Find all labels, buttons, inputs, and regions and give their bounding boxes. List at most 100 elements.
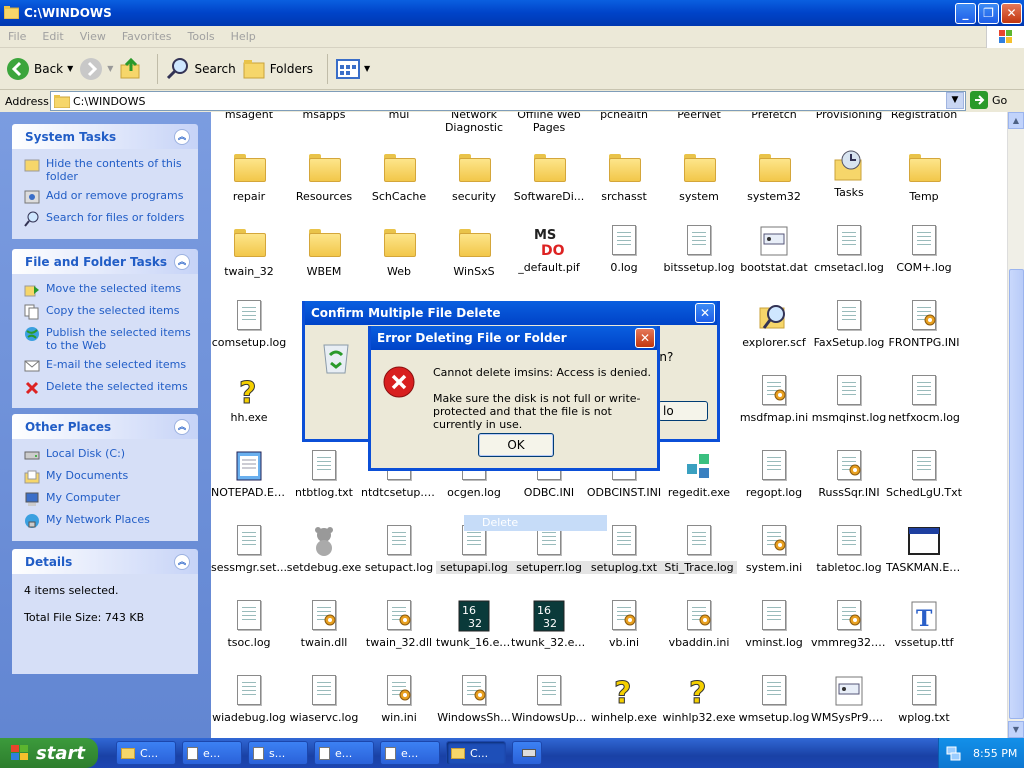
file-item[interactable]: vbaddin.ini <box>661 600 737 649</box>
collapse-icon[interactable]: ︽ <box>174 128 190 145</box>
file-item[interactable]: msagent <box>211 112 287 121</box>
chevron-down-icon[interactable]: ▼ <box>107 64 113 73</box>
forward-button[interactable]: ▼ <box>79 57 113 81</box>
file-item[interactable]: tabletoc.log <box>811 525 887 574</box>
address-dropdown-button[interactable]: ▼ <box>946 92 964 109</box>
chevron-down-icon[interactable]: ▼ <box>67 64 73 73</box>
file-item[interactable]: Resources <box>286 150 362 203</box>
file-item[interactable]: SoftwareDi... <box>511 150 587 203</box>
file-item[interactable]: regedit.exe <box>661 450 737 499</box>
file-item[interactable]: bitssetup.log <box>661 225 737 274</box>
collapse-icon[interactable]: ︽ <box>174 418 190 435</box>
file-item[interactable]: MSDOS _default.pif <box>511 225 587 274</box>
file-item[interactable]: wplog.txt <box>886 675 962 724</box>
menu-favorites[interactable]: Favorites <box>114 30 180 43</box>
file-item[interactable]: system.ini <box>736 525 812 574</box>
system-tasks-header[interactable]: System Tasks ︽ <box>12 124 198 149</box>
up-folder-button[interactable] <box>119 57 143 81</box>
file-item[interactable]: ? winhlp32.exe <box>661 675 737 725</box>
menu-help[interactable]: Help <box>223 30 264 43</box>
file-item[interactable]: SchedLgU.Txt <box>886 450 962 499</box>
taskbar-item-windows-folder[interactable]: C... <box>446 741 506 765</box>
menu-tools[interactable]: Tools <box>180 30 223 43</box>
file-item[interactable]: Network Diagnostic <box>436 112 512 134</box>
file-item[interactable]: Offline Web Pages <box>511 112 587 134</box>
email-items-link[interactable]: E-mail the selected items <box>24 358 192 374</box>
file-item[interactable]: msapps <box>286 112 362 121</box>
file-item[interactable]: WindowsSh... <box>436 675 512 724</box>
address-input[interactable]: C:\WINDOWS <box>50 91 966 111</box>
file-item[interactable]: cmsetacl.log <box>811 225 887 274</box>
file-item[interactable]: Web <box>361 225 437 278</box>
file-item[interactable]: RussSqr.INI <box>811 450 887 499</box>
file-item[interactable]: sessmgr.set... <box>211 525 287 574</box>
file-item[interactable]: 16 32 twunk_16.exe <box>436 600 512 649</box>
my-documents-link[interactable]: My Documents <box>24 469 192 485</box>
taskbar-item-document[interactable]: e... <box>380 741 440 765</box>
no-button[interactable]: lo <box>658 401 708 421</box>
collapse-icon[interactable]: ︽ <box>174 553 190 570</box>
search-button[interactable]: Search <box>166 57 236 81</box>
clock[interactable]: 8:55 PM <box>973 747 1017 760</box>
file-item[interactable]: security <box>436 150 512 203</box>
file-item[interactable]: wiadebug.log <box>211 675 287 724</box>
maximize-button[interactable]: ❐ <box>978 3 999 24</box>
file-item[interactable]: vminst.log <box>736 600 812 649</box>
file-item[interactable]: vb.ini <box>586 600 662 649</box>
file-folder-tasks-header[interactable]: File and Folder Tasks ︽ <box>12 249 198 274</box>
file-item[interactable]: msdfmap.ini <box>736 375 812 424</box>
file-item[interactable]: msmqinst.log <box>811 375 887 424</box>
taskbar-item-folder[interactable]: C... <box>116 741 176 765</box>
file-item[interactable]: ? winhelp.exe <box>586 675 662 725</box>
file-item[interactable]: ? hh.exe <box>211 375 287 425</box>
my-computer-link[interactable]: My Computer <box>24 491 192 507</box>
file-item[interactable]: Tasks <box>811 150 887 199</box>
file-item[interactable]: pchealth <box>586 112 662 121</box>
file-item[interactable]: twain_32.dll <box>361 600 437 649</box>
file-item[interactable]: repair <box>211 150 287 203</box>
vertical-scrollbar[interactable]: ▲ ▼ <box>1007 112 1024 738</box>
file-item[interactable]: Sti_Trace.log <box>661 525 737 574</box>
file-item[interactable]: Prefetch <box>736 112 812 121</box>
menu-file[interactable]: File <box>0 30 34 43</box>
file-item[interactable]: ntbtlog.txt <box>286 450 362 499</box>
confirm-dialog-title-bar[interactable]: Confirm Multiple File Delete ✕ <box>305 301 717 325</box>
move-items-link[interactable]: Move the selected items <box>24 282 192 298</box>
file-item[interactable]: Registration <box>886 112 962 121</box>
folders-button[interactable]: Folders <box>242 58 313 80</box>
file-item[interactable]: regopt.log <box>736 450 812 499</box>
file-item[interactable]: explorer.scf <box>736 300 812 349</box>
network-tray-icon[interactable] <box>945 745 961 761</box>
file-item[interactable]: mui <box>361 112 437 121</box>
back-button[interactable]: Back ▼ <box>6 57 73 81</box>
go-button[interactable]: Go <box>970 91 1007 109</box>
file-item[interactable]: TASKMAN.EXE <box>886 525 962 574</box>
file-item[interactable]: wiaservc.log <box>286 675 362 724</box>
details-header[interactable]: Details ︽ <box>12 549 198 574</box>
file-item[interactable]: Tvssetup.ttf <box>886 600 962 649</box>
error-dialog-title-bar[interactable]: Error Deleting File or Folder ✕ <box>371 326 657 350</box>
views-button[interactable]: ▼ <box>336 58 370 80</box>
collapse-icon[interactable]: ︽ <box>174 253 190 270</box>
delete-items-link[interactable]: Delete the selected items <box>24 380 192 396</box>
copy-items-link[interactable]: Copy the selected items <box>24 304 192 320</box>
file-item[interactable]: bootstat.dat <box>736 225 812 274</box>
file-item[interactable]: vmmreg32.dll <box>811 600 887 649</box>
add-remove-programs-link[interactable]: Add or remove programs <box>24 189 192 205</box>
menu-view[interactable]: View <box>72 30 114 43</box>
scroll-up-button[interactable]: ▲ <box>1008 112 1024 129</box>
file-item[interactable]: setupapi.log <box>436 525 512 574</box>
file-item[interactable]: 16 32 twunk_32.exe <box>511 600 587 649</box>
taskbar-item-document[interactable]: s... <box>248 741 308 765</box>
taskbar-item-document[interactable]: e... <box>314 741 374 765</box>
title-bar[interactable]: C:\WINDOWS _ ❐ ✕ <box>0 0 1024 26</box>
file-item[interactable]: SchCache <box>361 150 437 203</box>
start-button[interactable]: start <box>0 738 98 768</box>
file-item[interactable]: comsetup.log <box>211 300 287 349</box>
file-item[interactable]: wmsetup.log <box>736 675 812 724</box>
taskbar-item-document[interactable]: e... <box>182 741 242 765</box>
file-item[interactable]: FaxSetup.log <box>811 300 887 349</box>
local-disk-link[interactable]: Local Disk (C:) <box>24 447 192 463</box>
file-item[interactable]: tsoc.log <box>211 600 287 649</box>
file-item[interactable]: WBEM <box>286 225 362 278</box>
